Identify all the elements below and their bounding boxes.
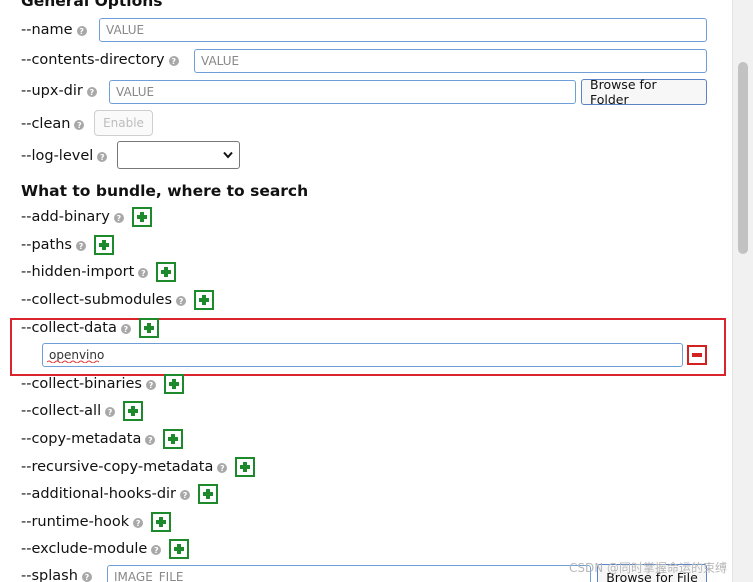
collect-submodules-label: --collect-submodules (21, 292, 173, 308)
help-icon[interactable]: ? (105, 407, 116, 417)
vertical-scrollbar[interactable] (732, 0, 753, 582)
browse-folder-button[interactable]: Browse for Folder (581, 77, 707, 107)
collect-all-option: --collect-all ? (21, 397, 144, 425)
help-icon[interactable]: ? (145, 380, 156, 390)
spellcheck-underline (47, 360, 99, 363)
help-icon[interactable]: ? (133, 518, 144, 528)
add-binary-plus-icon[interactable] (131, 207, 152, 227)
options-panel: General Options --name ? --contents-dire… (0, 0, 733, 582)
add-recursive-copy-metadata-plus-icon[interactable] (235, 457, 256, 477)
collect-data-input[interactable] (42, 343, 683, 367)
hidden-import-label: --hidden-import (21, 264, 135, 280)
copy-metadata-option: --copy-metadata ? (21, 425, 184, 453)
scrollbar-thumb[interactable] (738, 62, 748, 254)
add-collect-binaries-plus-icon[interactable] (163, 374, 184, 394)
help-icon[interactable]: ? (74, 120, 85, 130)
help-icon[interactable]: ? (76, 26, 87, 36)
add-binary-option: --add-binary ? (21, 203, 152, 231)
collect-binaries-label: --collect-binaries (21, 376, 142, 392)
add-additional-hooks-dir-plus-icon[interactable] (198, 484, 219, 504)
upx-dir-input[interactable] (109, 80, 576, 104)
upx-dir-label: --upx-dir (21, 83, 83, 99)
help-icon[interactable]: ? (81, 572, 92, 582)
help-icon[interactable]: ? (180, 490, 191, 500)
watermark: CSDN @同时掌握命运的束缚 (568, 561, 727, 575)
collect-data-option: --collect-data ? (21, 314, 159, 342)
recursive-copy-metadata-option: --recursive-copy-metadata ? (21, 453, 256, 481)
help-icon[interactable]: ? (217, 463, 228, 473)
add-collect-all-plus-icon[interactable] (123, 401, 144, 421)
help-icon[interactable]: ? (176, 296, 187, 306)
chevron-down-icon (223, 151, 233, 159)
collect-data-label: --collect-data (21, 320, 117, 336)
add-exclude-module-plus-icon[interactable] (169, 539, 190, 559)
copy-metadata-label: --copy-metadata (21, 431, 142, 447)
add-path-plus-icon[interactable] (93, 235, 114, 255)
log-level-label: --log-level (21, 148, 94, 164)
runtime-hook-label: --runtime-hook (21, 514, 130, 530)
help-icon[interactable]: ? (151, 545, 162, 555)
add-copy-metadata-plus-icon[interactable] (163, 429, 184, 449)
help-icon[interactable]: ? (168, 56, 179, 66)
help-icon[interactable]: ? (86, 87, 97, 97)
clean-label: --clean (21, 116, 71, 132)
help-icon[interactable]: ? (113, 213, 124, 223)
bundle-section-title: What to bundle, where to search (21, 182, 309, 200)
help-icon[interactable]: ? (97, 152, 108, 162)
splash-input[interactable] (107, 565, 591, 582)
contents-directory-input[interactable] (194, 49, 707, 73)
additional-hooks-dir-option: --additional-hooks-dir ? (21, 480, 219, 508)
name-option: --name ? (21, 16, 87, 44)
add-collect-data-plus-icon[interactable] (138, 318, 159, 338)
hidden-import-option: --hidden-import ? (21, 258, 177, 286)
recursive-copy-metadata-label: --recursive-copy-metadata (21, 459, 214, 475)
collect-all-label: --collect-all (21, 403, 102, 419)
paths-label: --paths (21, 237, 72, 253)
name-label: --name (21, 22, 73, 38)
help-icon[interactable]: ? (145, 435, 156, 445)
exclude-module-label: --exclude-module (21, 541, 148, 557)
help-icon[interactable]: ? (120, 324, 131, 334)
help-icon[interactable]: ? (138, 268, 149, 278)
add-hidden-import-plus-icon[interactable] (156, 262, 177, 282)
additional-hooks-dir-label: --additional-hooks-dir (21, 486, 177, 502)
splash-option: --splash ? (21, 562, 92, 582)
general-options-title: General Options (21, 0, 163, 10)
clean-option: --clean ? (21, 110, 85, 138)
upx-dir-option: --upx-dir ? (21, 77, 97, 105)
contents-directory-label: --contents-directory (21, 52, 165, 68)
remove-collect-data-minus-icon[interactable] (687, 345, 707, 365)
runtime-hook-option: --runtime-hook ? (21, 508, 172, 536)
enable-clean-button[interactable]: Enable (94, 110, 153, 136)
help-icon[interactable]: ? (75, 241, 86, 251)
exclude-module-option: --exclude-module ? (21, 535, 190, 563)
splash-label: --splash (21, 568, 78, 582)
log-level-option: --log-level ? (21, 142, 108, 170)
log-level-select[interactable] (117, 141, 240, 169)
paths-option: --paths ? (21, 231, 114, 259)
add-runtime-hook-plus-icon[interactable] (151, 512, 172, 532)
contents-directory-option: --contents-directory ? (21, 46, 179, 74)
add-collect-submodules-plus-icon[interactable] (194, 290, 215, 310)
name-input[interactable] (99, 18, 707, 42)
add-binary-label: --add-binary (21, 209, 110, 225)
collect-binaries-option: --collect-binaries ? (21, 370, 184, 398)
collect-submodules-option: --collect-submodules ? (21, 286, 215, 314)
